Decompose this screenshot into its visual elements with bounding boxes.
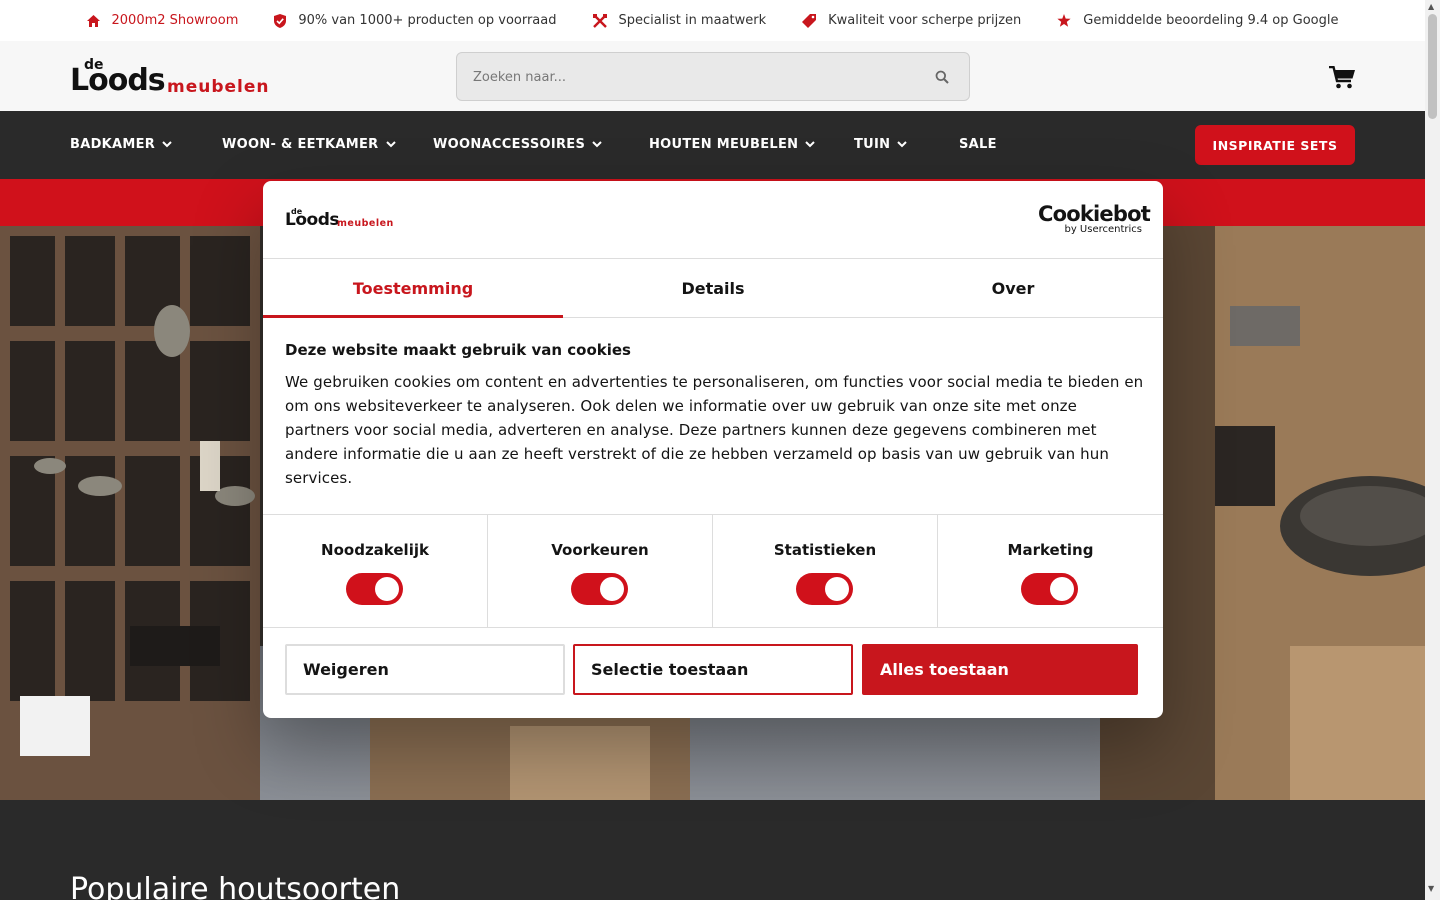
toggle-knob bbox=[1050, 577, 1074, 601]
page-scrollbar[interactable]: ▲ ▼ bbox=[1425, 0, 1440, 900]
scroll-down-icon[interactable]: ▼ bbox=[1428, 884, 1434, 893]
nav-item-label: TUIN bbox=[854, 137, 891, 152]
logo-meubelen: meubelen bbox=[337, 218, 394, 229]
toggle-cell-noodzakelijk: Noodzakelijk bbox=[263, 515, 488, 628]
search-input[interactable] bbox=[473, 65, 913, 89]
search-bar bbox=[456, 52, 970, 101]
nav-item-label: BADKAMER bbox=[70, 137, 156, 152]
scrollbar-thumb[interactable] bbox=[1428, 14, 1437, 119]
consent-toggles: Noodzakelijk Voorkeuren Statistieken Mar… bbox=[263, 514, 1163, 628]
tab-toestemming[interactable]: Toestemming bbox=[263, 259, 563, 318]
usp-label: Specialist in maatwerk bbox=[618, 13, 767, 28]
chevron-down-icon bbox=[805, 141, 816, 148]
tools-icon bbox=[592, 13, 607, 28]
toggle-cell-marketing: Marketing bbox=[938, 515, 1163, 628]
dialog-tabs: Toestemming Details Over bbox=[263, 259, 1163, 318]
chevron-down-icon bbox=[592, 141, 602, 148]
nav-item-sale[interactable]: SALE bbox=[959, 137, 997, 152]
dialog-site-logo: de Loods meubelen bbox=[285, 207, 395, 231]
nav-item-woon-eetkamer[interactable]: WOON- & EETKAMER bbox=[222, 137, 396, 152]
inspiratie-sets-button[interactable]: INSPIRATIE SETS bbox=[1195, 125, 1355, 165]
usp-label: 90% van 1000+ producten op voorraad bbox=[298, 13, 557, 28]
main-nav: BADKAMER WOON- & EETKAMER WOONACCESSOIRE… bbox=[0, 111, 1425, 179]
chevron-down-icon bbox=[385, 141, 396, 148]
toggle-switch-noodzakelijk[interactable] bbox=[346, 573, 403, 605]
toggle-label: Statistieken bbox=[773, 541, 877, 559]
home-icon bbox=[86, 14, 100, 27]
usp-item-maatwerk: Specialist in maatwerk bbox=[592, 13, 767, 28]
dialog-text: We gebruiken cookies om content en adver… bbox=[285, 373, 1144, 487]
toggle-label: Marketing bbox=[1007, 541, 1094, 559]
nav-item-label: WOON- & EETKAMER bbox=[222, 137, 379, 152]
nav-item-badkamer[interactable]: BADKAMER bbox=[70, 137, 172, 152]
toggle-cell-voorkeuren: Voorkeuren bbox=[488, 515, 713, 628]
nav-item-tuin[interactable]: TUIN bbox=[854, 137, 908, 152]
allow-all-button[interactable]: Alles toestaan bbox=[862, 644, 1138, 695]
logo-meubelen: meubelen bbox=[167, 77, 270, 97]
dialog-header: de Loods meubelen Cookiebot by Usercentr… bbox=[263, 181, 1163, 259]
deny-button[interactable]: Weigeren bbox=[285, 644, 565, 695]
tab-over[interactable]: Over bbox=[863, 259, 1163, 317]
toggle-label: Noodzakelijk bbox=[321, 541, 429, 559]
tag-icon bbox=[802, 13, 817, 28]
logo-loods: Loods bbox=[285, 210, 339, 230]
toggle-switch-statistieken[interactable] bbox=[796, 573, 853, 605]
usp-bar: 2000m2 Showroom 90% van 1000+ producten … bbox=[0, 0, 1425, 41]
nav-item-label: WOONACCESSOIRES bbox=[433, 137, 586, 152]
site-logo[interactable]: de Loods meubelen bbox=[70, 57, 270, 99]
logo-loods: Loods bbox=[70, 63, 166, 98]
cookie-consent-dialog: de Loods meubelen Cookiebot by Usercentr… bbox=[263, 181, 1163, 718]
toggle-switch-voorkeuren[interactable] bbox=[571, 573, 628, 605]
section-title: Populaire houtsoorten bbox=[70, 872, 401, 900]
usp-item-rating: Gemiddelde beoordeling 9.4 op Google bbox=[1057, 13, 1338, 28]
scroll-up-icon[interactable]: ▲ bbox=[1428, 2, 1434, 11]
toggle-knob bbox=[825, 577, 849, 601]
nav-item-woonaccessoires[interactable]: WOONACCESSOIRES bbox=[433, 137, 602, 152]
shield-check-icon bbox=[274, 13, 287, 28]
toggle-knob bbox=[600, 577, 624, 601]
usp-label: Kwaliteit voor scherpe prijzen bbox=[828, 13, 1022, 28]
search-icon[interactable] bbox=[935, 70, 949, 84]
usp-label: Gemiddelde beoordeling 9.4 op Google bbox=[1083, 13, 1339, 28]
star-icon bbox=[1057, 14, 1071, 27]
chevron-down-icon bbox=[897, 141, 908, 148]
nav-item-houten-meubelen[interactable]: HOUTEN MEUBELEN bbox=[649, 137, 816, 152]
allow-selection-button[interactable]: Selectie toestaan bbox=[573, 644, 853, 695]
dialog-body: Deze website maakt gebruik van cookies W… bbox=[285, 341, 1145, 490]
toggle-label: Voorkeuren bbox=[551, 541, 649, 559]
chevron-down-icon bbox=[162, 141, 172, 148]
shopping-cart-icon[interactable] bbox=[1329, 66, 1356, 89]
nav-item-label: HOUTEN MEUBELEN bbox=[649, 137, 799, 152]
cookiebot-logo[interactable]: Cookiebot by Usercentrics bbox=[1038, 202, 1151, 235]
cookiebot-name: Cookiebot bbox=[1038, 202, 1151, 226]
usp-label: 2000m2 Showroom bbox=[111, 13, 239, 28]
toggle-knob bbox=[375, 577, 399, 601]
tab-details[interactable]: Details bbox=[563, 259, 863, 317]
usp-item-showroom: 2000m2 Showroom bbox=[86, 13, 239, 28]
nav-item-label: SALE bbox=[959, 137, 997, 152]
site-header: de Loods meubelen bbox=[0, 41, 1425, 111]
dialog-heading: Deze website maakt gebruik van cookies bbox=[285, 341, 631, 359]
toggle-cell-statistieken: Statistieken bbox=[713, 515, 938, 628]
usp-item-stock: 90% van 1000+ producten op voorraad bbox=[274, 13, 557, 28]
toggle-switch-marketing[interactable] bbox=[1021, 573, 1078, 605]
usp-item-kwaliteit: Kwaliteit voor scherpe prijzen bbox=[802, 13, 1021, 28]
